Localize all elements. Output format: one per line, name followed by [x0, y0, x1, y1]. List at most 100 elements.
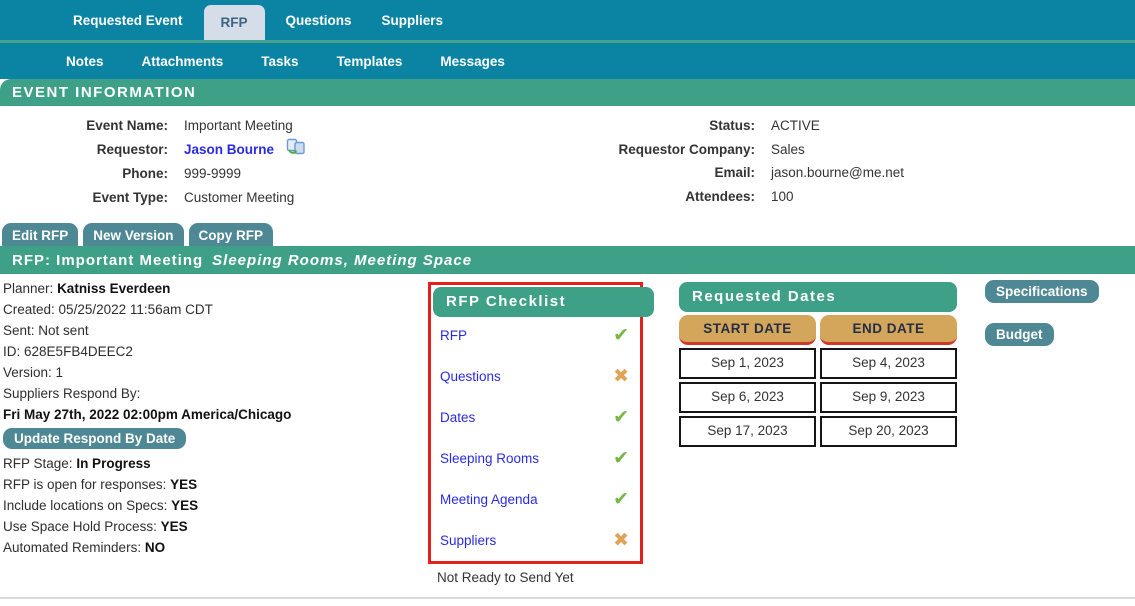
tab-rfp[interactable]: RFP	[204, 5, 265, 40]
requestor-link[interactable]: Jason Bourne	[184, 138, 274, 162]
tab-tasks[interactable]: Tasks	[253, 54, 306, 69]
copy-contact-icon[interactable]	[286, 138, 306, 163]
checklist-link-sleeping-rooms[interactable]: Sleeping Rooms	[440, 451, 539, 466]
event-name-label: Event Name:	[0, 114, 168, 138]
tab-templates[interactable]: Templates	[329, 54, 411, 69]
checklist-link-suppliers[interactable]: Suppliers	[440, 533, 496, 548]
rfp-stage-value: In Progress	[76, 456, 150, 471]
rfp-main: Planner: Katniss Everdeen Created: 05/25…	[0, 274, 1135, 597]
end-date-cell: Sep 20, 2023	[820, 416, 957, 447]
checklist-link-dates[interactable]: Dates	[440, 410, 475, 425]
tab-attachments[interactable]: Attachments	[134, 54, 232, 69]
specifications-button[interactable]: Specifications	[985, 280, 1099, 303]
version-label: Version:	[3, 365, 52, 380]
check-icon: ✔	[613, 326, 629, 345]
cross-icon: ✖	[613, 367, 629, 386]
checklist-item-meeting-agenda: Meeting Agenda ✔	[431, 479, 640, 520]
cross-icon: ✖	[613, 531, 629, 550]
requested-dates-column-headers: START DATE END DATE	[679, 315, 957, 345]
edit-rfp-button[interactable]: Edit RFP	[2, 223, 78, 246]
checklist-item-rfp: RFP ✔	[431, 315, 640, 356]
table-row: Sep 1, 2023 Sep 4, 2023	[679, 348, 957, 379]
rfp-stage-label: RFP Stage:	[3, 456, 73, 471]
tab-suppliers[interactable]: Suppliers	[373, 0, 453, 40]
respond-by-label: Suppliers Respond By:	[3, 386, 140, 401]
include-locations-value: YES	[171, 498, 198, 513]
version-value: 1	[56, 365, 64, 380]
attendees-value: 100	[755, 185, 794, 209]
created-label: Created:	[3, 302, 55, 317]
open-responses-value: YES	[170, 477, 197, 492]
rfp-spaces: Sleeping Rooms, Meeting Space	[212, 252, 472, 269]
sent-value: Not sent	[38, 323, 88, 338]
event-info-left-column: Event Name:Important Meeting Requestor: …	[0, 114, 568, 218]
status-value: ACTIVE	[755, 114, 820, 138]
sent-label: Sent:	[3, 323, 35, 338]
requested-dates-panel: Requested Dates START DATE END DATE Sep …	[679, 282, 957, 447]
end-date-cell: Sep 9, 2023	[820, 382, 957, 413]
checklist-item-dates: Dates ✔	[431, 397, 640, 438]
email-label: Email:	[568, 161, 755, 185]
tab-questions[interactable]: Questions	[277, 0, 361, 40]
start-date-cell: Sep 1, 2023	[679, 348, 816, 379]
start-date-column-header: START DATE	[679, 315, 816, 345]
include-locations-label: Include locations on Specs:	[3, 498, 167, 513]
rfp-title: RFP: Important Meeting	[12, 252, 203, 269]
requested-dates-header: Requested Dates	[679, 282, 957, 312]
planner-label: Planner:	[3, 281, 53, 296]
table-row: Sep 17, 2023 Sep 20, 2023	[679, 416, 957, 447]
event-type-label: Event Type:	[0, 186, 168, 210]
space-hold-value: YES	[161, 519, 188, 534]
checklist-link-questions[interactable]: Questions	[440, 369, 501, 384]
primary-nav: Requested Event RFP Questions Suppliers	[0, 0, 1135, 40]
update-respond-by-date-button[interactable]: Update Respond By Date	[3, 428, 186, 449]
created-value: 05/25/2022 11:56am CDT	[59, 302, 213, 317]
automated-reminders-value: NO	[145, 540, 165, 555]
tab-requested-event[interactable]: Requested Event	[64, 0, 192, 40]
checklist-item-questions: Questions ✖	[431, 356, 640, 397]
planner-value: Katniss Everdeen	[57, 281, 170, 296]
rfp-details: Planner: Katniss Everdeen Created: 05/25…	[3, 278, 291, 558]
requestor-company-label: Requestor Company:	[568, 138, 755, 162]
tab-notes[interactable]: Notes	[58, 54, 112, 69]
requestor-company-value: Sales	[755, 138, 805, 162]
rfp-title-bar: RFP: Important Meeting Sleeping Rooms, M…	[0, 246, 1135, 274]
rfp-actions: Edit RFP New Version Copy RFP	[0, 218, 1135, 246]
checklist-status-text: Not Ready to Send Yet	[437, 570, 574, 585]
copy-rfp-button[interactable]: Copy RFP	[189, 223, 274, 246]
respond-by-value: Fri May 27th, 2022 02:00pm America/Chica…	[3, 404, 291, 425]
end-date-column-header: END DATE	[820, 315, 957, 345]
phone-value: 999-9999	[168, 162, 241, 186]
start-date-cell: Sep 17, 2023	[679, 416, 816, 447]
phone-label: Phone:	[0, 162, 168, 186]
check-icon: ✔	[613, 408, 629, 427]
event-name-value: Important Meeting	[168, 114, 293, 138]
budget-button[interactable]: Budget	[985, 323, 1054, 346]
event-info-right-column: Status:ACTIVE Requestor Company:Sales Em…	[568, 114, 1135, 218]
rfp-checklist-panel: RFP Checklist RFP ✔ Questions ✖ Dates ✔ …	[428, 282, 643, 564]
id-label: ID:	[3, 344, 20, 359]
event-information-header: EVENT INFORMATION	[0, 79, 1135, 106]
check-icon: ✔	[613, 449, 629, 468]
bottom-divider	[0, 597, 1135, 599]
email-value: jason.bourne@me.net	[755, 161, 904, 185]
space-hold-label: Use Space Hold Process:	[3, 519, 157, 534]
check-icon: ✔	[613, 490, 629, 509]
open-responses-label: RFP is open for responses:	[3, 477, 166, 492]
id-value: 628E5FB4DEEC2	[24, 344, 133, 359]
requestor-label: Requestor:	[0, 138, 168, 163]
checklist-link-rfp[interactable]: RFP	[440, 328, 467, 343]
event-type-value: Customer Meeting	[168, 186, 294, 210]
rfp-checklist-header: RFP Checklist	[433, 287, 654, 317]
event-information-panel: Event Name:Important Meeting Requestor: …	[0, 106, 1135, 218]
end-date-cell: Sep 4, 2023	[820, 348, 957, 379]
checklist-link-meeting-agenda[interactable]: Meeting Agenda	[440, 492, 538, 507]
table-row: Sep 6, 2023 Sep 9, 2023	[679, 382, 957, 413]
secondary-nav: Notes Attachments Tasks Templates Messag…	[0, 43, 1135, 79]
automated-reminders-label: Automated Reminders:	[3, 540, 141, 555]
checklist-item-suppliers: Suppliers ✖	[431, 520, 640, 561]
status-label: Status:	[568, 114, 755, 138]
tab-messages[interactable]: Messages	[432, 54, 513, 69]
new-version-button[interactable]: New Version	[83, 223, 183, 246]
rfp-page: Requested Event RFP Questions Suppliers …	[0, 0, 1135, 606]
